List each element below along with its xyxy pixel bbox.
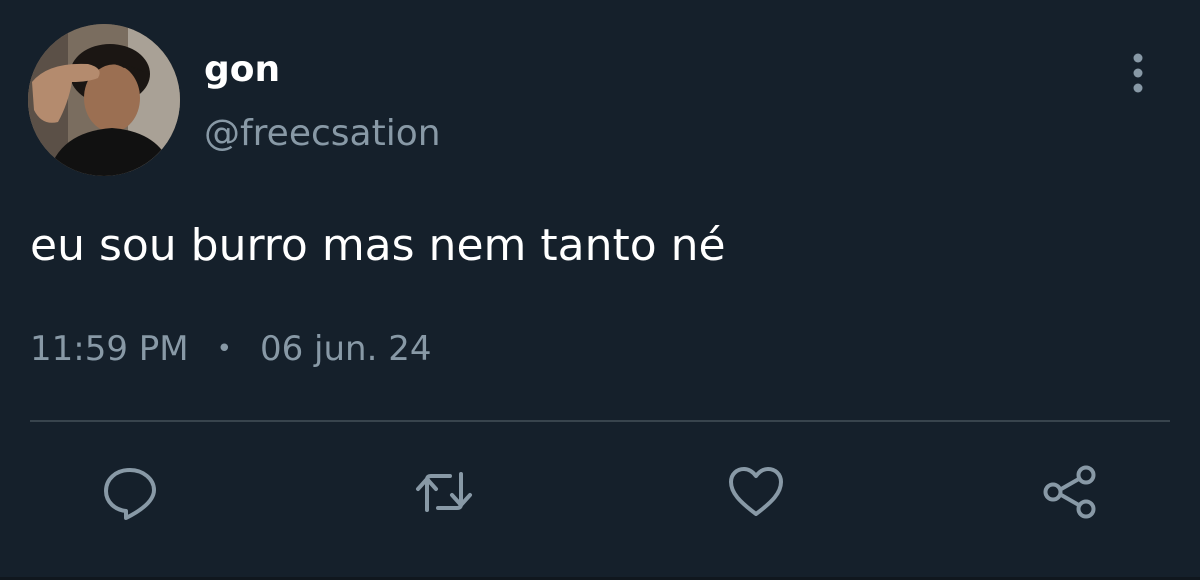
tweet-metadata: 11:59 PM • 06 jun. 24: [30, 326, 431, 372]
reply-button[interactable]: [100, 462, 160, 522]
heart-icon: [729, 467, 783, 516]
meta-separator: •: [216, 334, 232, 364]
tweet-date[interactable]: 06 jun. 24: [260, 329, 432, 369]
display-name[interactable]: gon: [204, 48, 280, 92]
tweet-time[interactable]: 11:59 PM: [30, 329, 189, 369]
share-button[interactable]: [1040, 462, 1100, 522]
avatar-image: [28, 24, 180, 176]
user-handle[interactable]: @freecsation: [204, 112, 441, 156]
divider: [30, 420, 1170, 422]
tweet-text: eu sou burro mas nem tanto né: [30, 220, 726, 271]
retweet-icon: [416, 472, 472, 512]
share-icon: [1043, 465, 1096, 519]
like-button[interactable]: [726, 462, 786, 522]
more-options-button[interactable]: [1120, 50, 1156, 96]
retweet-button[interactable]: [414, 462, 474, 522]
avatar[interactable]: [28, 24, 180, 176]
tweet-card: gon @freecsation eu sou burro mas nem ta…: [0, 0, 1200, 580]
reply-icon: [104, 468, 156, 520]
more-vertical-icon: [1133, 53, 1143, 93]
